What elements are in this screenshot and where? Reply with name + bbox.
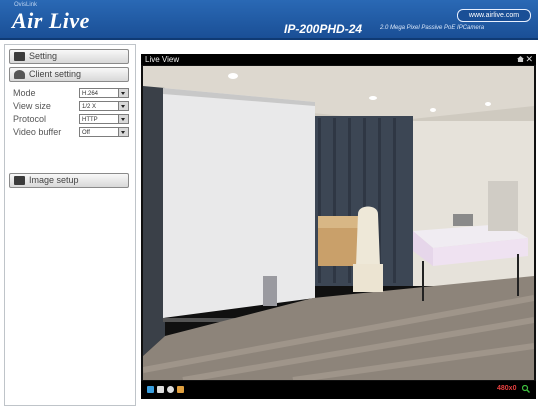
stop-icon[interactable] bbox=[157, 386, 164, 393]
view-size-select[interactable]: 1/2 X bbox=[79, 101, 129, 111]
pause-icon[interactable] bbox=[147, 386, 154, 393]
settings-panel: Setting Client setting Mode H.264 View s… bbox=[4, 44, 136, 406]
camera-video-feed[interactable] bbox=[143, 66, 534, 380]
website-link[interactable]: www.airlive.com bbox=[457, 9, 531, 22]
snapshot-icon[interactable] bbox=[177, 386, 184, 393]
home-icon[interactable] bbox=[517, 56, 524, 62]
image-icon bbox=[14, 176, 25, 185]
image-setup-button[interactable]: Image setup bbox=[9, 173, 129, 188]
stream-status-text: 480x0 bbox=[497, 385, 517, 392]
setting-label: Setting bbox=[29, 51, 58, 61]
client-setting-label: Client setting bbox=[29, 69, 82, 79]
video-buffer-select[interactable]: Off bbox=[79, 127, 129, 137]
video-control-bar: 480x0 bbox=[141, 381, 536, 399]
mode-row: Mode H.264 bbox=[13, 88, 133, 99]
setting-button[interactable]: Setting bbox=[9, 49, 129, 64]
close-icon[interactable]: ✕ bbox=[525, 54, 533, 65]
user-icon bbox=[14, 70, 25, 79]
airlive-logo: Air Live bbox=[12, 8, 90, 33]
zoom-icon[interactable] bbox=[522, 385, 530, 393]
view-size-label: View size bbox=[13, 101, 51, 111]
top-banner: OvisLink Air Live IP-200PHD-24 2.0 Mega … bbox=[0, 0, 538, 40]
view-size-value: 1/2 X bbox=[82, 104, 97, 110]
video-buffer-row: Video buffer Off bbox=[13, 127, 133, 138]
client-setting-button[interactable]: Client setting bbox=[9, 67, 129, 82]
model-name: IP-200PHD-24 bbox=[284, 22, 363, 36]
mode-value: H.264 bbox=[82, 91, 99, 97]
protocol-label: Protocol bbox=[13, 114, 47, 124]
protocol-select[interactable]: HTTP bbox=[79, 114, 129, 124]
mode-select[interactable]: H.264 bbox=[79, 88, 129, 98]
protocol-value: HTTP bbox=[82, 117, 98, 123]
chevron-down-icon bbox=[118, 102, 128, 110]
live-view-titlebar: Live View ✕ bbox=[141, 54, 536, 65]
mode-label: Mode bbox=[13, 88, 36, 98]
room-scene-image bbox=[143, 66, 534, 380]
record-icon[interactable] bbox=[167, 386, 174, 393]
setting-icon bbox=[14, 52, 25, 61]
video-buffer-value: Off bbox=[82, 130, 90, 136]
chevron-down-icon bbox=[118, 89, 128, 97]
view-size-row: View size 1/2 X bbox=[13, 101, 133, 112]
image-setup-label: Image setup bbox=[29, 175, 79, 185]
live-view-panel: Live View ✕ 480x0 bbox=[141, 54, 536, 399]
model-description: 2.0 Mega Pixel Passive PoE IPCamera bbox=[380, 25, 485, 31]
protocol-row: Protocol HTTP bbox=[13, 114, 133, 125]
live-view-title: Live View bbox=[145, 55, 180, 64]
chevron-down-icon bbox=[118, 115, 128, 123]
video-buffer-label: Video buffer bbox=[13, 127, 62, 137]
chevron-down-icon bbox=[118, 128, 128, 136]
